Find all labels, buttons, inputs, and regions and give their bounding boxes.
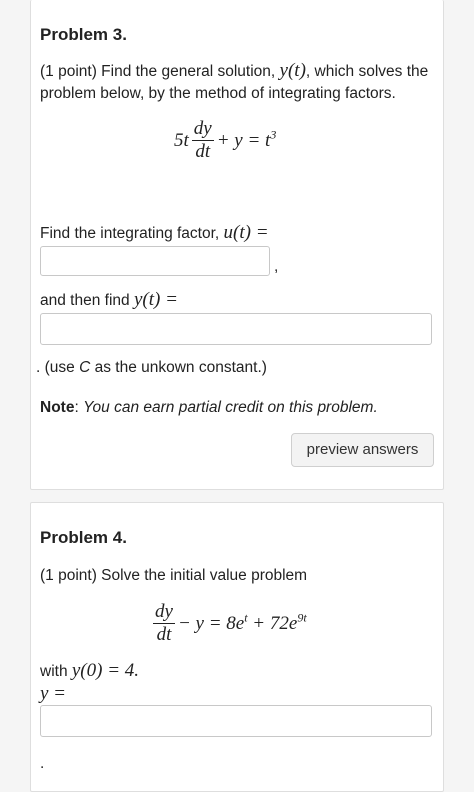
condition-prefix: with [40,663,72,680]
integrating-factor-label: Find the integrating factor, u(t) = [40,222,269,245]
equation-rhs-text: + y = t [216,129,271,151]
condition-math: y(0) = 4. [72,660,139,681]
equation-rhs: + y = t3 [216,127,277,152]
problem-3-card: Problem 3. (1 point) Find the general so… [30,0,444,490]
constant-note-var: C [79,359,91,376]
equation-middle: − y = 8e [177,612,245,634]
fraction-numerator: dy [153,601,175,624]
partial-credit-note: Note: You can earn partial credit on thi… [40,397,378,419]
problem-3-prompt: (1 point) Find the general solution, y(t… [40,60,440,105]
equation-derivative-fraction: dy dt [191,118,214,163]
problem-4-card: Problem 4. (1 point) Solve the initial v… [30,502,444,792]
equation-exponent: 3 [270,127,277,142]
constant-note-prefix: . (use [36,359,80,376]
note-text: You can earn partial credit on this prob… [83,399,378,416]
then-find-text: and then find [40,292,134,309]
initial-value-answer-input[interactable] [40,705,432,737]
preview-answers-button[interactable]: preview answers [291,433,434,467]
problem-4-title: Problem 4. [40,528,127,547]
prompt-line-2: problem below, by the method of integrat… [40,85,396,102]
equation-rhs: − y = 8et + 72e9t [177,610,307,635]
note-colon: : [74,399,84,416]
prompt-suffix: , which solves the [305,63,429,80]
prompt-math-y-of-t: y(t) [279,60,306,81]
trailing-period: . [40,755,45,772]
problem-3-equation: 5t dy dt + y = t3 [174,118,276,163]
comma: , [274,258,279,275]
solution-input[interactable] [40,313,432,345]
fraction-denominator: dt [156,624,172,645]
fraction-numerator: dy [191,118,214,141]
constant-note: . (use C as the unkown constant.) [36,357,267,379]
equation-coefficient: 5t [174,129,189,151]
answer-label: y = [40,683,67,704]
then-find-math: y(t) = [133,289,178,310]
problem-4-prompt: (1 point) Solve the initial value proble… [40,567,308,584]
fraction-denominator: dt [195,141,211,162]
constant-note-suffix: as the unkown constant.) [90,359,267,376]
condition-math-text: y(0) = 4. [71,660,140,681]
note-label: Note [40,399,75,416]
initial-condition: with y(0) = 4. [40,660,139,683]
equation-exponent-2: 9t [297,610,307,625]
problem-4-equation: dy dt − y = 8et + 72e9t [150,601,307,646]
then-find-label: and then find y(t) = [40,289,178,312]
integrating-factor-math: u(t) = [223,222,269,243]
prompt-prefix: (1 point) Find the general solution, [40,63,280,80]
integrating-factor-text: Find the integrating factor, [40,225,224,242]
equation-plus-term: + 72e [247,612,298,634]
equation-derivative-fraction: dy dt [153,601,175,646]
integrating-factor-input[interactable] [40,246,270,276]
problem-3-title: Problem 3. [40,25,127,44]
